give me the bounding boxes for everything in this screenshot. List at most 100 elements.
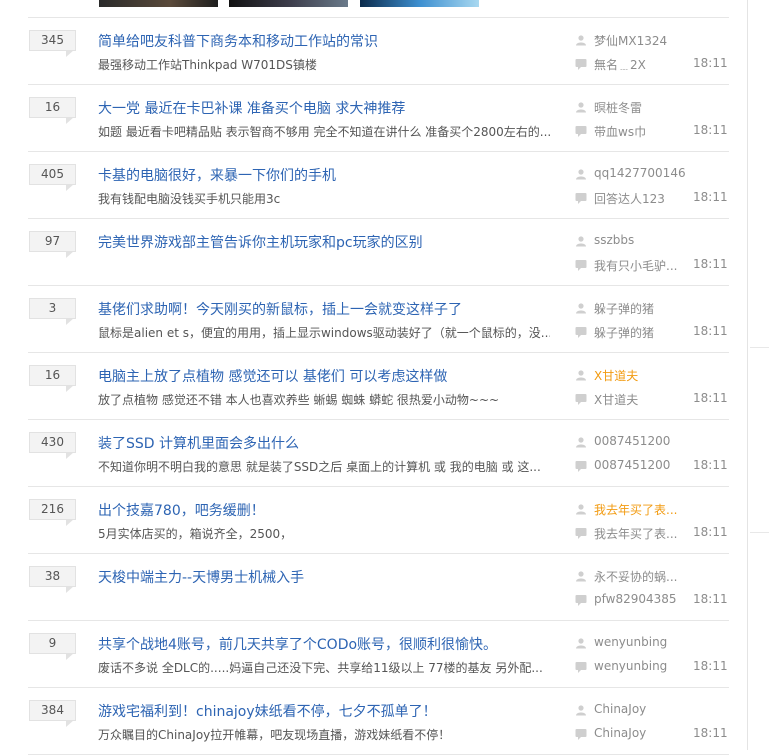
speech-bubble-icon bbox=[575, 729, 587, 740]
user-icon bbox=[576, 504, 586, 515]
thread-title-link[interactable]: 完美世界游戏部主管告诉你主机玩家和pc玩家的区别 bbox=[98, 232, 423, 252]
last-reply-user-link[interactable]: 無名﹍2X bbox=[594, 56, 646, 73]
thread-row: 16 大一党 最近在卡巴补课 准备买个电脑 求大神推荐 如题 最近看卡吧精品贴 … bbox=[28, 85, 729, 152]
thread-excerpt: 不知道你明不明白我的意思 就是装了SSD之后 桌面上的计算机 或 我的电脑 或 … bbox=[98, 460, 541, 474]
reply-count-badge: 38 bbox=[29, 566, 76, 593]
thread-row: 38 天梭中端主力--天博男士机械入手 永不妥协的蜗... pfw8290438… bbox=[28, 554, 729, 621]
right-column-tick bbox=[750, 347, 769, 348]
last-reply-time: 18:11 bbox=[693, 525, 728, 539]
user-icon bbox=[576, 35, 586, 46]
speech-bubble-icon bbox=[575, 662, 587, 673]
last-reply-user-link[interactable]: wenyunbing bbox=[594, 659, 667, 673]
last-reply-time: 18:11 bbox=[693, 458, 728, 472]
thread-excerpt: 我有钱配电脑没钱买手机只能用3c bbox=[98, 192, 281, 206]
author-name-link[interactable]: 永不妥协的蜗... bbox=[594, 568, 677, 585]
user-icon bbox=[576, 437, 586, 448]
last-reply-time: 18:11 bbox=[693, 592, 728, 606]
author-name-link[interactable]: ChinaJoy bbox=[594, 702, 646, 716]
reply-count-badge: 405 bbox=[29, 164, 76, 191]
thread-list: 345 简单给吧友科普下商务本和移动工作站的常识 最强移动工作站Thinkpad… bbox=[0, 18, 747, 755]
reply-count-badge: 216 bbox=[29, 499, 76, 526]
user-icon bbox=[576, 638, 586, 649]
last-reply-user-link[interactable]: 我有只小毛驴... bbox=[594, 257, 677, 274]
reply-count-badge: 430 bbox=[29, 432, 76, 459]
last-reply-time: 18:11 bbox=[693, 257, 728, 271]
last-reply-time: 18:11 bbox=[693, 726, 728, 740]
user-icon bbox=[576, 303, 586, 314]
speech-bubble-icon bbox=[575, 528, 587, 539]
last-reply-time: 18:11 bbox=[693, 659, 728, 673]
thread-row: 216 出个技嘉780，吧务缓删！ 5月实体店买的，箱说齐全，2500， 我去年… bbox=[28, 487, 729, 554]
thread-title-link[interactable]: 出个技嘉780，吧务缓删！ bbox=[98, 500, 265, 520]
last-reply-user-link[interactable]: pfw82904385 bbox=[594, 592, 677, 606]
thread-excerpt: 废话不多说 全DLC的.....妈逼自己还没下完、共享给11级以上 77楼的基友… bbox=[98, 661, 543, 675]
author-name-link[interactable]: 梦仙MX1324 bbox=[594, 32, 667, 49]
thread-title-link[interactable]: 游戏宅福利到！chinajoy妹纸看不停，七夕不孤单了！ bbox=[98, 701, 437, 721]
author-name-link[interactable]: wenyunbing bbox=[594, 635, 667, 649]
thread-excerpt: 万众瞩目的ChinaJoy拉开帷幕，吧友现场直播，游戏妹纸看不停！ bbox=[98, 728, 451, 742]
thread-row: 345 简单给吧友科普下商务本和移动工作站的常识 最强移动工作站Thinkpad… bbox=[28, 18, 729, 85]
speech-bubble-icon bbox=[575, 260, 587, 271]
last-reply-time: 18:11 bbox=[693, 190, 728, 204]
last-reply-user-link[interactable]: 0087451200 bbox=[594, 458, 670, 472]
thumbnail-image[interactable] bbox=[360, 0, 479, 7]
thread-title-link[interactable]: 电脑主上放了点植物 感觉还可以 基佬们 可以考虑这样做 bbox=[98, 366, 447, 386]
reply-count-badge: 345 bbox=[29, 30, 76, 57]
speech-bubble-icon bbox=[575, 126, 587, 137]
last-reply-time: 18:11 bbox=[693, 391, 728, 405]
thread-title-link[interactable]: 基佬们求助啊！今天刚买的新鼠标，插上一会就变这样子了 bbox=[98, 299, 462, 319]
right-column-tick bbox=[750, 532, 769, 533]
thread-row: 3 基佬们求助啊！今天刚买的新鼠标，插上一会就变这样子了 鼠标是alien et… bbox=[28, 286, 729, 353]
thread-title-link[interactable]: 天梭中端主力--天博男士机械入手 bbox=[98, 567, 304, 587]
thread-title-link[interactable]: 卡基的电脑很好，来暴一下你们的手机 bbox=[98, 165, 336, 185]
last-reply-time: 18:11 bbox=[693, 123, 728, 137]
author-name-link[interactable]: 我去年买了表... bbox=[594, 501, 677, 518]
last-reply-user-link[interactable]: 回答达人123 bbox=[594, 190, 665, 207]
last-reply-user-link[interactable]: ChinaJoy bbox=[594, 726, 646, 740]
reply-count-badge: 384 bbox=[29, 700, 76, 727]
thread-excerpt: 鼠标是alien et s，便宜的用用，插上显示windows驱动装好了（就一个… bbox=[98, 326, 550, 340]
user-icon bbox=[576, 571, 586, 582]
last-reply-user-link[interactable]: 躲子弹的猪 bbox=[594, 324, 654, 341]
thumbnail-image[interactable] bbox=[229, 0, 348, 7]
thread-title-link[interactable]: 大一党 最近在卡巴补课 准备买个电脑 求大神推荐 bbox=[98, 98, 405, 118]
reply-count-badge: 3 bbox=[29, 298, 76, 325]
last-reply-user-link[interactable]: 带血ws巾 bbox=[594, 123, 646, 140]
author-name-link[interactable]: sszbbs bbox=[594, 233, 634, 247]
right-column-divider bbox=[747, 0, 748, 750]
thread-row: 97 完美世界游戏部主管告诉你主机玩家和pc玩家的区别 sszbbs 我有只小毛… bbox=[28, 219, 729, 286]
thread-row: 430 装了SSD 计算机里面会多出什么 不知道你明不明白我的意思 就是装了SS… bbox=[28, 420, 729, 487]
thread-row: 384 游戏宅福利到！chinajoy妹纸看不停，七夕不孤单了！ 万众瞩目的Ch… bbox=[28, 688, 729, 755]
speech-bubble-icon bbox=[575, 193, 587, 204]
reply-count-badge: 16 bbox=[29, 365, 76, 392]
speech-bubble-icon bbox=[575, 327, 587, 338]
thread-title-link[interactable]: 简单给吧友科普下商务本和移动工作站的常识 bbox=[98, 31, 378, 51]
speech-bubble-icon bbox=[575, 394, 587, 405]
thread-excerpt: 最强移动工作站Thinkpad W701DS镇楼 bbox=[98, 58, 317, 72]
author-name-link[interactable]: 躲子弹的猪 bbox=[594, 300, 654, 317]
last-reply-time: 18:11 bbox=[693, 56, 728, 70]
reply-count-badge: 16 bbox=[29, 97, 76, 124]
user-icon bbox=[576, 169, 586, 180]
reply-count-badge: 9 bbox=[29, 633, 76, 660]
author-name-link[interactable]: X甘道夫 bbox=[594, 367, 638, 384]
speech-bubble-icon bbox=[575, 595, 587, 606]
thread-title-link[interactable]: 共享个战地4账号，前几天共享了个CODo账号，很顺利很愉快。 bbox=[98, 634, 497, 654]
thread-excerpt: 放了点植物 感觉还不错 本人也喜欢养些 蜥蜴 蜘蛛 蟒蛇 很热爱小动物~~~ bbox=[98, 393, 500, 407]
author-name-link[interactable]: 0087451200 bbox=[594, 434, 670, 448]
thread-row: 405 卡基的电脑很好，来暴一下你们的手机 我有钱配电脑没钱买手机只能用3c q… bbox=[28, 152, 729, 219]
user-icon bbox=[576, 705, 586, 716]
thread-row: 9 共享个战地4账号，前几天共享了个CODo账号，很顺利很愉快。 废话不多说 全… bbox=[28, 621, 729, 688]
last-reply-user-link[interactable]: X甘道夫 bbox=[594, 391, 638, 408]
last-reply-user-link[interactable]: 我去年买了表... bbox=[594, 525, 677, 542]
last-reply-time: 18:11 bbox=[693, 324, 728, 338]
speech-bubble-icon bbox=[575, 461, 587, 472]
thumbnail-image[interactable] bbox=[99, 0, 218, 7]
user-icon bbox=[576, 102, 586, 113]
author-name-link[interactable]: 暝桩冬雷 bbox=[594, 99, 642, 116]
user-icon bbox=[576, 370, 586, 381]
thread-excerpt: 如题 最近看卡吧精品贴 表示智商不够用 完全不知道在讲什么 准备买个2800左右… bbox=[98, 125, 550, 139]
author-name-link[interactable]: qq1427700146 bbox=[594, 166, 686, 180]
user-icon bbox=[576, 236, 586, 247]
thread-title-link[interactable]: 装了SSD 计算机里面会多出什么 bbox=[98, 433, 299, 453]
